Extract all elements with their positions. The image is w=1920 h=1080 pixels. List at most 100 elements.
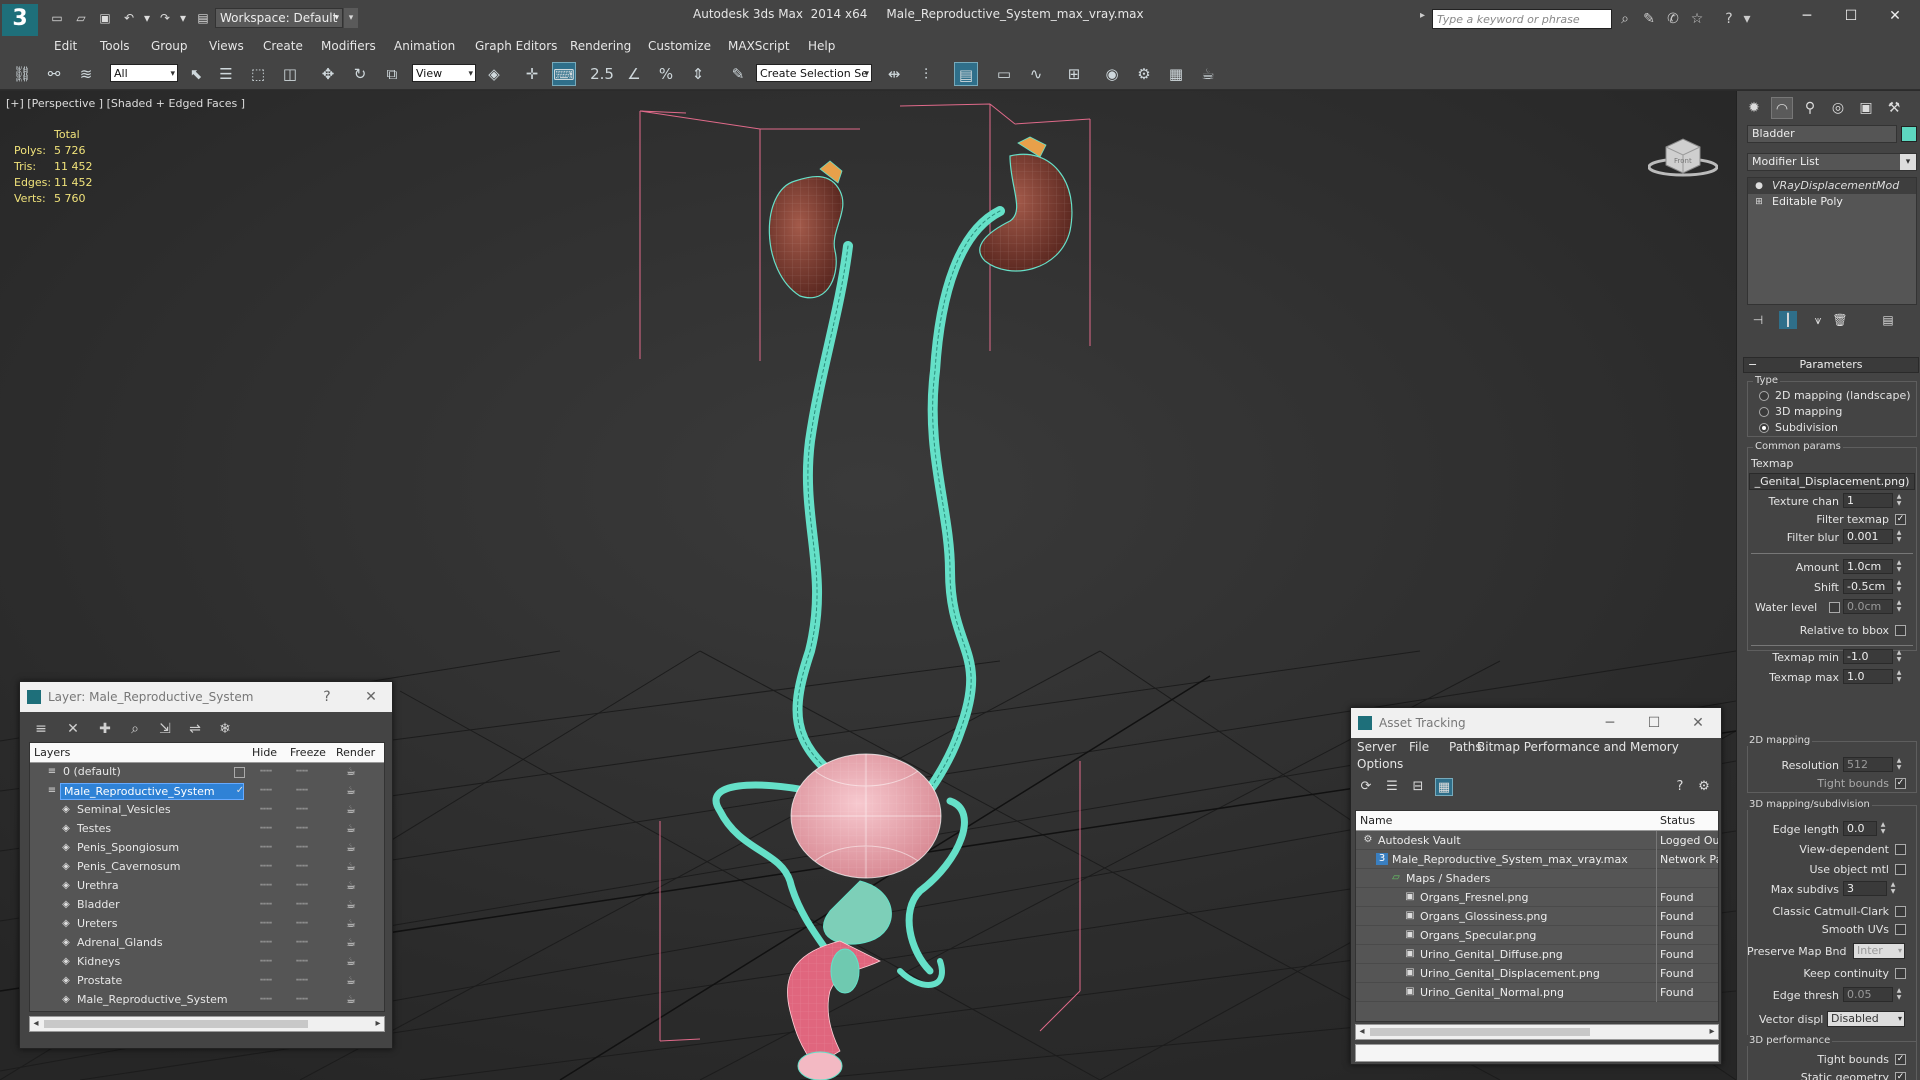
lightbulb-icon[interactable]: ●	[1754, 181, 1764, 191]
make-unique-icon[interactable]: ⩛	[1809, 311, 1827, 329]
modifier-list-dropdown[interactable]: Modifier List ▾	[1747, 153, 1917, 171]
schematic-view-icon[interactable]: ⊞	[1062, 62, 1086, 86]
configure-modifier-sets-icon[interactable]: ▤	[1879, 311, 1897, 329]
spinner-arrows-icon[interactable]: ▲ ▼	[1895, 493, 1903, 508]
spinner-arrows-icon[interactable]: ▲ ▼	[1895, 529, 1903, 544]
hide-toggle[interactable]: ┅┅	[260, 956, 272, 967]
layers-icon[interactable]: ≡	[32, 720, 50, 738]
spinner-arrows-icon[interactable]: ▲ ▼	[1895, 649, 1903, 664]
utilities-tab-icon[interactable]: ⚒	[1883, 97, 1905, 119]
texmap-max-spinner[interactable]: 1.0	[1843, 669, 1893, 684]
menu-group[interactable]: Group	[151, 39, 188, 53]
asset-menu-server[interactable]: Server	[1357, 740, 1396, 754]
radio-3d-mapping[interactable]	[1759, 407, 1769, 417]
graphite-ribbon-icon[interactable]: ▭	[992, 62, 1016, 86]
texmap-button[interactable]: _Genital_Displacement.png)	[1749, 473, 1915, 490]
remove-modifier-icon[interactable]: 🗑	[1831, 311, 1849, 329]
tree-view-icon[interactable]: ⊟	[1409, 778, 1427, 796]
freeze-toggle[interactable]: ┅┅	[296, 937, 308, 948]
asset-menu-bitmap-performance[interactable]: Bitmap Performance and Memory	[1477, 740, 1679, 754]
viewcube[interactable]: Front	[1648, 133, 1718, 179]
render-teapot-icon[interactable]: ☕	[346, 974, 356, 987]
hide-all-layers-icon[interactable]: ⇌	[186, 720, 204, 738]
move-icon[interactable]: ✥	[316, 62, 340, 86]
asset-horizontal-scrollbar[interactable]: ◂ ▸	[1355, 1024, 1719, 1040]
column-status[interactable]: Status	[1660, 814, 1695, 827]
hide-toggle[interactable]: ┅┅	[260, 880, 272, 891]
minimize-icon[interactable]: ─	[1792, 4, 1822, 28]
rendered-frame-window-icon[interactable]: ▦	[1164, 62, 1188, 86]
shift-spinner[interactable]: -0.5cm	[1843, 579, 1893, 594]
scroll-left-icon[interactable]: ◂	[30, 1017, 42, 1031]
spinner-arrows-icon[interactable]: ▲ ▼	[1889, 881, 1897, 896]
display-tab-icon[interactable]: ▣	[1855, 97, 1877, 119]
viewport-label[interactable]: [+] [Perspective ] [Shaded + Edged Faces…	[6, 97, 245, 110]
stack-item-editable-poly[interactable]: ⊞ Editable Poly	[1748, 194, 1916, 210]
help-icon[interactable]: ?	[1671, 778, 1689, 796]
radio-2d-mapping[interactable]	[1759, 391, 1769, 401]
object-name-field[interactable]: Bladder	[1747, 125, 1897, 143]
column-render[interactable]: Render	[336, 746, 375, 759]
close-icon[interactable]: ✕	[1880, 4, 1910, 28]
menu-help[interactable]: Help	[808, 39, 835, 53]
spinner-snap-icon[interactable]: ⇕	[686, 62, 710, 86]
keyboard-shortcut-override-icon[interactable]: ⌨	[552, 62, 576, 86]
render-setup-icon[interactable]: ⚙	[1132, 62, 1156, 86]
render-teapot-icon[interactable]: ☕	[346, 993, 356, 1006]
menu-rendering[interactable]: Rendering	[570, 39, 631, 53]
column-name[interactable]: Name	[1360, 814, 1392, 827]
freeze-all-layers-icon[interactable]: ❄	[216, 720, 234, 738]
layer-row[interactable]: ≡ Male_Reproductive_System ✓ ┅┅ ┅┅ ☕	[30, 782, 384, 801]
scroll-right-icon[interactable]: ▸	[1706, 1025, 1718, 1039]
freeze-toggle[interactable]: ┅┅	[296, 766, 308, 777]
redo-icon[interactable]: ↷	[156, 10, 174, 26]
freeze-toggle[interactable]: ┅┅	[296, 823, 308, 834]
close-icon[interactable]: ✕	[360, 682, 382, 712]
hierarchy-tab-icon[interactable]: ⚲	[1799, 97, 1821, 119]
keep-continuity-checkbox[interactable]	[1895, 968, 1906, 979]
spinner-arrows-icon[interactable]: ▲ ▼	[1879, 821, 1887, 836]
stack-item-vray-displacement[interactable]: ● VRayDisplacementMod	[1748, 178, 1916, 194]
layer-row[interactable]: ◈ Testes ┅┅ ┅┅ ☕	[30, 820, 384, 839]
hide-toggle[interactable]: ┅┅	[260, 899, 272, 910]
render-teapot-icon[interactable]: ☕	[346, 917, 356, 930]
hide-toggle[interactable]: ┅┅	[260, 937, 272, 948]
redo-dropdown-icon[interactable]: ▾	[174, 10, 192, 26]
hide-toggle[interactable]: ┅┅	[260, 785, 272, 796]
layer-window-titlebar[interactable]: Layer: Male_Reproductive_System ? ✕	[20, 682, 392, 712]
render-teapot-icon[interactable]: ☕	[346, 955, 356, 968]
options-help-icon[interactable]: ⚙	[1695, 778, 1713, 796]
freeze-toggle[interactable]: ┅┅	[296, 899, 308, 910]
view-dependent-checkbox[interactable]	[1895, 844, 1906, 855]
freeze-toggle[interactable]: ┅┅	[296, 918, 308, 929]
material-editor-icon[interactable]: ◉	[1100, 62, 1124, 86]
new-file-icon[interactable]: ▭	[48, 10, 66, 26]
spinner-arrows-icon[interactable]: ▲ ▼	[1895, 579, 1903, 594]
maximize-icon[interactable]: ☐	[1836, 4, 1866, 28]
minimize-icon[interactable]: ─	[1599, 708, 1621, 738]
layer-row[interactable]: ◈ Prostate ┅┅ ┅┅ ☕	[30, 972, 384, 991]
percent-snap-icon[interactable]: %	[654, 62, 678, 86]
hide-toggle[interactable]: ┅┅	[260, 994, 272, 1005]
link-icon[interactable]: ⛓	[10, 62, 34, 86]
filter-blur-spinner[interactable]: 0.001	[1843, 529, 1893, 544]
asset-row[interactable]: ▣ Organs_Fresnel.png Found	[1356, 888, 1718, 907]
subscription-icon[interactable]: ✎	[1640, 10, 1658, 28]
rectangular-region-icon[interactable]: ⬚	[246, 62, 270, 86]
layer-manager-icon[interactable]: ▤	[954, 62, 978, 86]
filter-texmap-checkbox[interactable]: ✓	[1895, 514, 1906, 525]
tight-bounds-checkbox[interactable]: ✓	[1895, 778, 1906, 789]
spinner-arrows-icon[interactable]: ▲ ▼	[1895, 559, 1903, 574]
freeze-toggle[interactable]: ┅┅	[296, 804, 308, 815]
select-by-name-icon[interactable]: ☰	[214, 62, 238, 86]
layer-row[interactable]: ◈ Ureters ┅┅ ┅┅ ☕	[30, 915, 384, 934]
bind-space-warp-icon[interactable]: ≋	[74, 62, 98, 86]
list-view-icon[interactable]: ☰	[1383, 778, 1401, 796]
edit-named-selection-icon[interactable]: ✎	[726, 62, 750, 86]
asset-row[interactable]: ▣ Organs_Glossiness.png Found	[1356, 907, 1718, 926]
motion-tab-icon[interactable]: ◎	[1827, 97, 1849, 119]
table-view-icon[interactable]: ▦	[1435, 778, 1453, 796]
texture-chan-spinner[interactable]: 1	[1843, 493, 1893, 508]
communication-icon[interactable]: ✆	[1664, 10, 1682, 28]
help-icon[interactable]: ?	[316, 682, 338, 712]
